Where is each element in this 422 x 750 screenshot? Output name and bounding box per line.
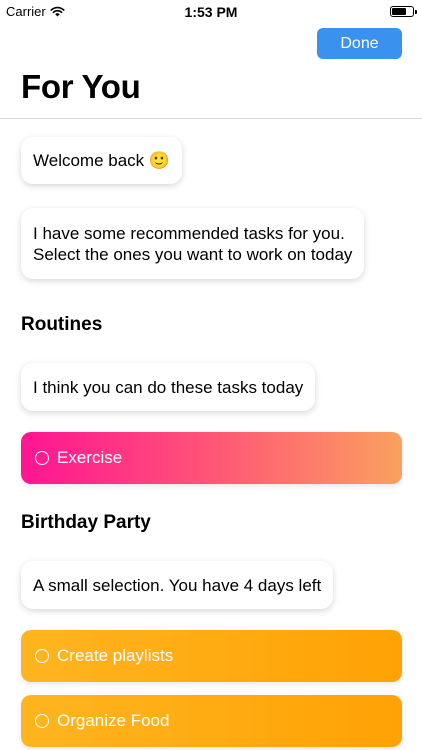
task-organize-food[interactable]: Organize Food — [21, 695, 402, 747]
status-time: 1:53 PM — [184, 4, 238, 20]
section-title-routines: Routines — [21, 314, 103, 335]
welcome-text: Welcome back 🙂 — [33, 151, 171, 170]
done-button[interactable]: Done — [317, 28, 402, 59]
task-label: Exercise — [57, 448, 123, 467]
battery-level — [392, 8, 406, 15]
birthday-message-bubble: A small selection. You have 4 days left — [21, 561, 334, 609]
intro-bubble: I have some recommended tasks for you. S… — [21, 208, 365, 279]
circle-outline-icon[interactable] — [35, 714, 49, 728]
battery-nub — [415, 10, 417, 14]
routines-message-bubble: I think you can do these tasks today — [21, 363, 316, 411]
battery-icon — [390, 6, 417, 17]
header-divider — [0, 118, 422, 119]
intro-text-line-2: Select the ones you want to work on toda… — [33, 244, 353, 264]
status-bar: Carrier 1:53 PM — [0, 0, 422, 22]
welcome-bubble: Welcome back 🙂 — [21, 137, 183, 184]
circle-outline-icon[interactable] — [35, 649, 49, 663]
task-label: Create playlists — [57, 646, 174, 665]
intro-text-line-1: I have some recommended tasks for you. — [33, 223, 345, 243]
birthday-message-text: A small selection. You have 4 days left — [33, 575, 322, 595]
task-label: Organize Food — [57, 711, 170, 730]
circle-outline-icon[interactable] — [35, 451, 49, 465]
routines-message-text: I think you can do these tasks today — [33, 377, 304, 397]
section-title-birthday-party: Birthday Party — [21, 512, 151, 533]
task-create-playlists[interactable]: Create playlists — [21, 630, 402, 682]
page-title: For You — [21, 68, 141, 105]
task-exercise[interactable]: Exercise — [21, 432, 402, 484]
